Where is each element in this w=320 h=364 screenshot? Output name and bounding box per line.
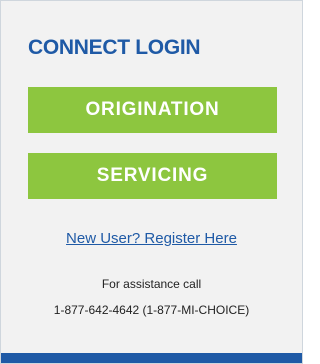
connect-login-panel: CONNECT LOGIN ORIGINATION SERVICING New … bbox=[0, 0, 303, 364]
assistance-label: For assistance call bbox=[101, 277, 202, 291]
footer-bar bbox=[1, 353, 302, 363]
assistance-phone: 1-877-642-4642 (1-877-MI-CHOICE) bbox=[53, 303, 250, 317]
servicing-button[interactable]: SERVICING bbox=[28, 153, 277, 199]
register-link[interactable]: New User? Register Here bbox=[1, 230, 302, 247]
panel-title: CONNECT LOGIN bbox=[28, 36, 201, 59]
origination-button[interactable]: ORIGINATION bbox=[28, 87, 277, 133]
